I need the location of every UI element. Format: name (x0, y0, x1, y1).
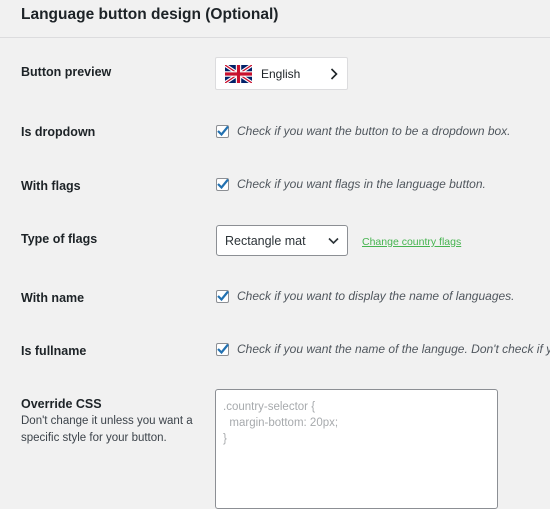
with-flags-checkbox[interactable] (216, 177, 229, 191)
with-name-label: With name (21, 291, 85, 305)
override-css-help-text: Don't change it unless you want a specif… (21, 415, 193, 444)
css-placeholder-line: } (223, 433, 227, 445)
button-preview-label: Button preview (21, 65, 112, 79)
with-name-option: Check if you want to display the name of… (216, 289, 515, 303)
chevron-down-icon (328, 237, 339, 245)
flag-type-selected-value: Rectangle mat (225, 233, 306, 248)
language-name: English (261, 66, 301, 81)
override-css-label: Override CSS (21, 397, 102, 411)
is-dropdown-description: Check if you want the button to be a dro… (237, 124, 511, 138)
section-title: Language button design (Optional) (21, 6, 279, 23)
uk-flag-icon (225, 64, 252, 83)
with-flags-option: Check if you want flags in the language … (216, 177, 486, 191)
is-dropdown-checkbox[interactable] (216, 124, 229, 138)
is-fullname-option: Check if you want the name of the langug… (216, 342, 550, 356)
with-flags-label: With flags (21, 179, 81, 193)
flag-type-select[interactable]: Rectangle mat (216, 225, 348, 256)
is-fullname-label: Is fullname (21, 344, 87, 358)
override-css-textarea[interactable]: .country-selector { margin-bottom: 20px;… (215, 389, 498, 509)
css-placeholder-line: .country-selector { (223, 401, 316, 413)
with-name-description: Check if you want to display the name of… (237, 289, 515, 303)
language-preview-button[interactable]: English (215, 57, 348, 90)
change-country-flags-link[interactable]: Change country flags (362, 236, 461, 248)
with-flags-description: Check if you want flags in the language … (237, 177, 486, 191)
section-divider (0, 37, 550, 38)
checkmark-icon (217, 178, 229, 189)
is-dropdown-label: Is dropdown (21, 125, 96, 139)
is-fullname-checkbox[interactable] (216, 342, 229, 356)
chevron-right-icon (330, 68, 338, 80)
with-name-checkbox[interactable] (216, 289, 229, 303)
checkmark-icon (217, 290, 229, 301)
type-of-flags-label: Type of flags (21, 232, 98, 246)
is-fullname-description: Check if you want the name of the langug… (237, 342, 550, 356)
checkmark-icon (217, 125, 229, 136)
checkmark-icon (217, 343, 229, 354)
css-placeholder-line: margin-bottom: 20px; (223, 417, 339, 429)
is-dropdown-option: Check if you want the button to be a dro… (216, 124, 511, 138)
